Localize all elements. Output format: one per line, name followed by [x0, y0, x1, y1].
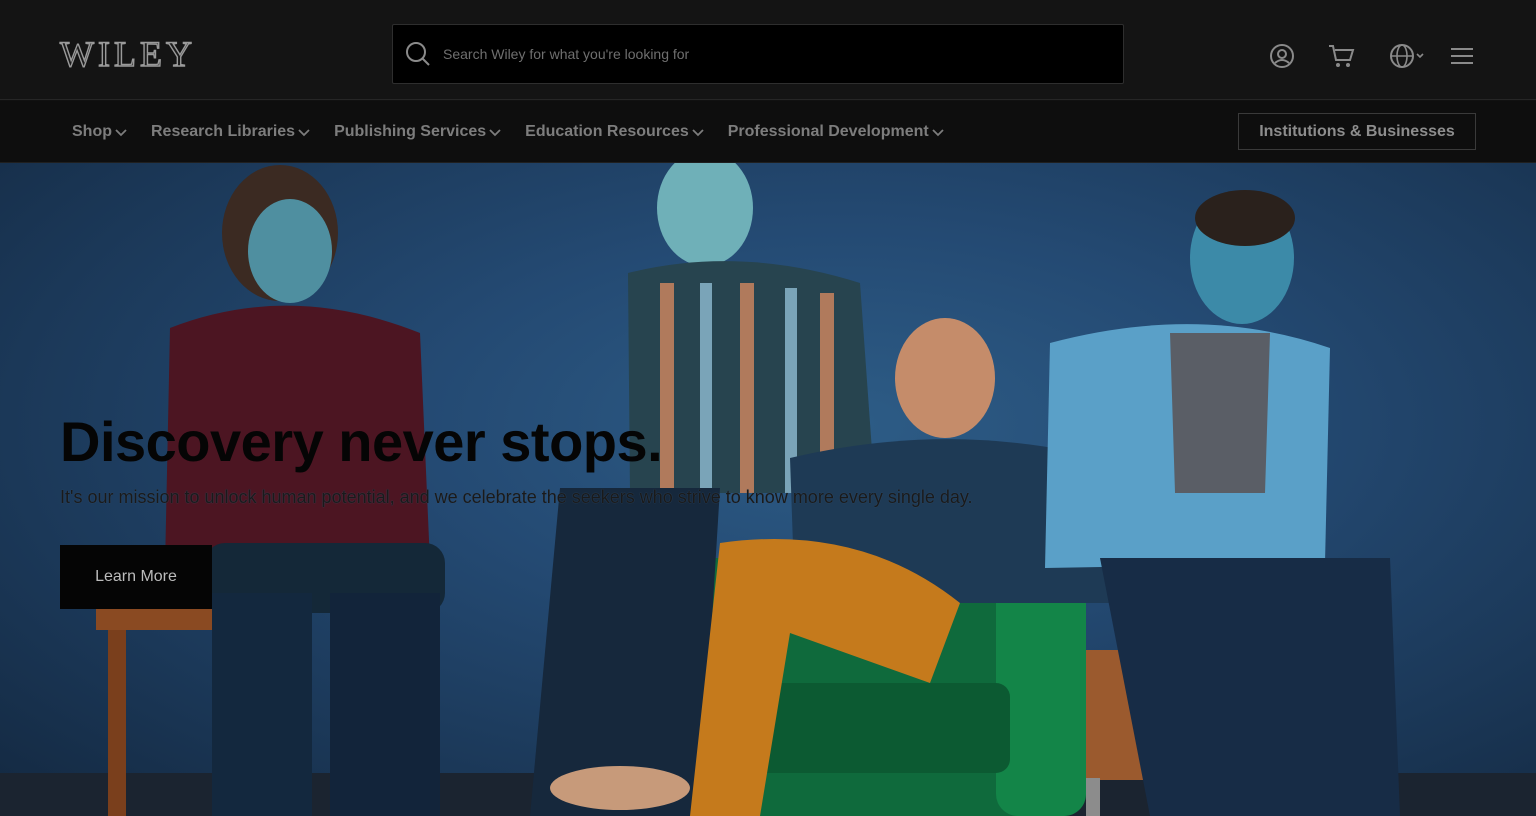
nav-item-label: Research Libraries: [151, 123, 296, 140]
main-nav: Shop Research Libraries Publishing Servi…: [0, 101, 1536, 163]
chevron-down-icon: [692, 129, 704, 137]
nav-menu: Shop Research Libraries Publishing Servi…: [72, 101, 968, 163]
cart-icon[interactable]: [1325, 40, 1357, 72]
globe-icon[interactable]: [1388, 40, 1426, 72]
nav-item-label: Publishing Services: [334, 123, 487, 140]
nav-item-label: Professional Development: [727, 123, 929, 140]
nav-item-publishing-services[interactable]: Publishing Services: [334, 123, 501, 141]
chevron-down-icon: [115, 129, 127, 137]
learn-more-button[interactable]: Learn More: [60, 545, 212, 609]
nav-item-shop[interactable]: Shop: [72, 123, 127, 141]
nav-item-professional-development[interactable]: Professional Development: [728, 123, 944, 141]
site-header: WILEY: [0, 0, 1536, 100]
search-input[interactable]: [443, 25, 1123, 83]
search-icon[interactable]: [393, 24, 443, 84]
nav-item-research-libraries[interactable]: Research Libraries: [151, 123, 310, 141]
nav-item-education-resources[interactable]: Education Resources: [525, 123, 704, 141]
nav-item-label: Education Resources: [525, 123, 689, 140]
hero-title: Discovery never stops.: [60, 410, 663, 473]
search-bar[interactable]: [392, 24, 1124, 84]
chevron-down-icon: [932, 129, 944, 137]
wiley-logo[interactable]: WILEY: [59, 35, 196, 72]
institutions-businesses-button[interactable]: Institutions & Businesses: [1238, 113, 1476, 150]
menu-icon[interactable]: [1446, 40, 1478, 72]
chevron-down-icon: [298, 129, 310, 137]
chevron-down-icon: [489, 129, 501, 137]
nav-item-label: Shop: [72, 123, 112, 140]
account-icon[interactable]: [1266, 40, 1298, 72]
hero-banner: Discovery never stops. It's our mission …: [0, 163, 1536, 816]
hero-subtitle: It's our mission to unlock human potenti…: [60, 487, 973, 507]
